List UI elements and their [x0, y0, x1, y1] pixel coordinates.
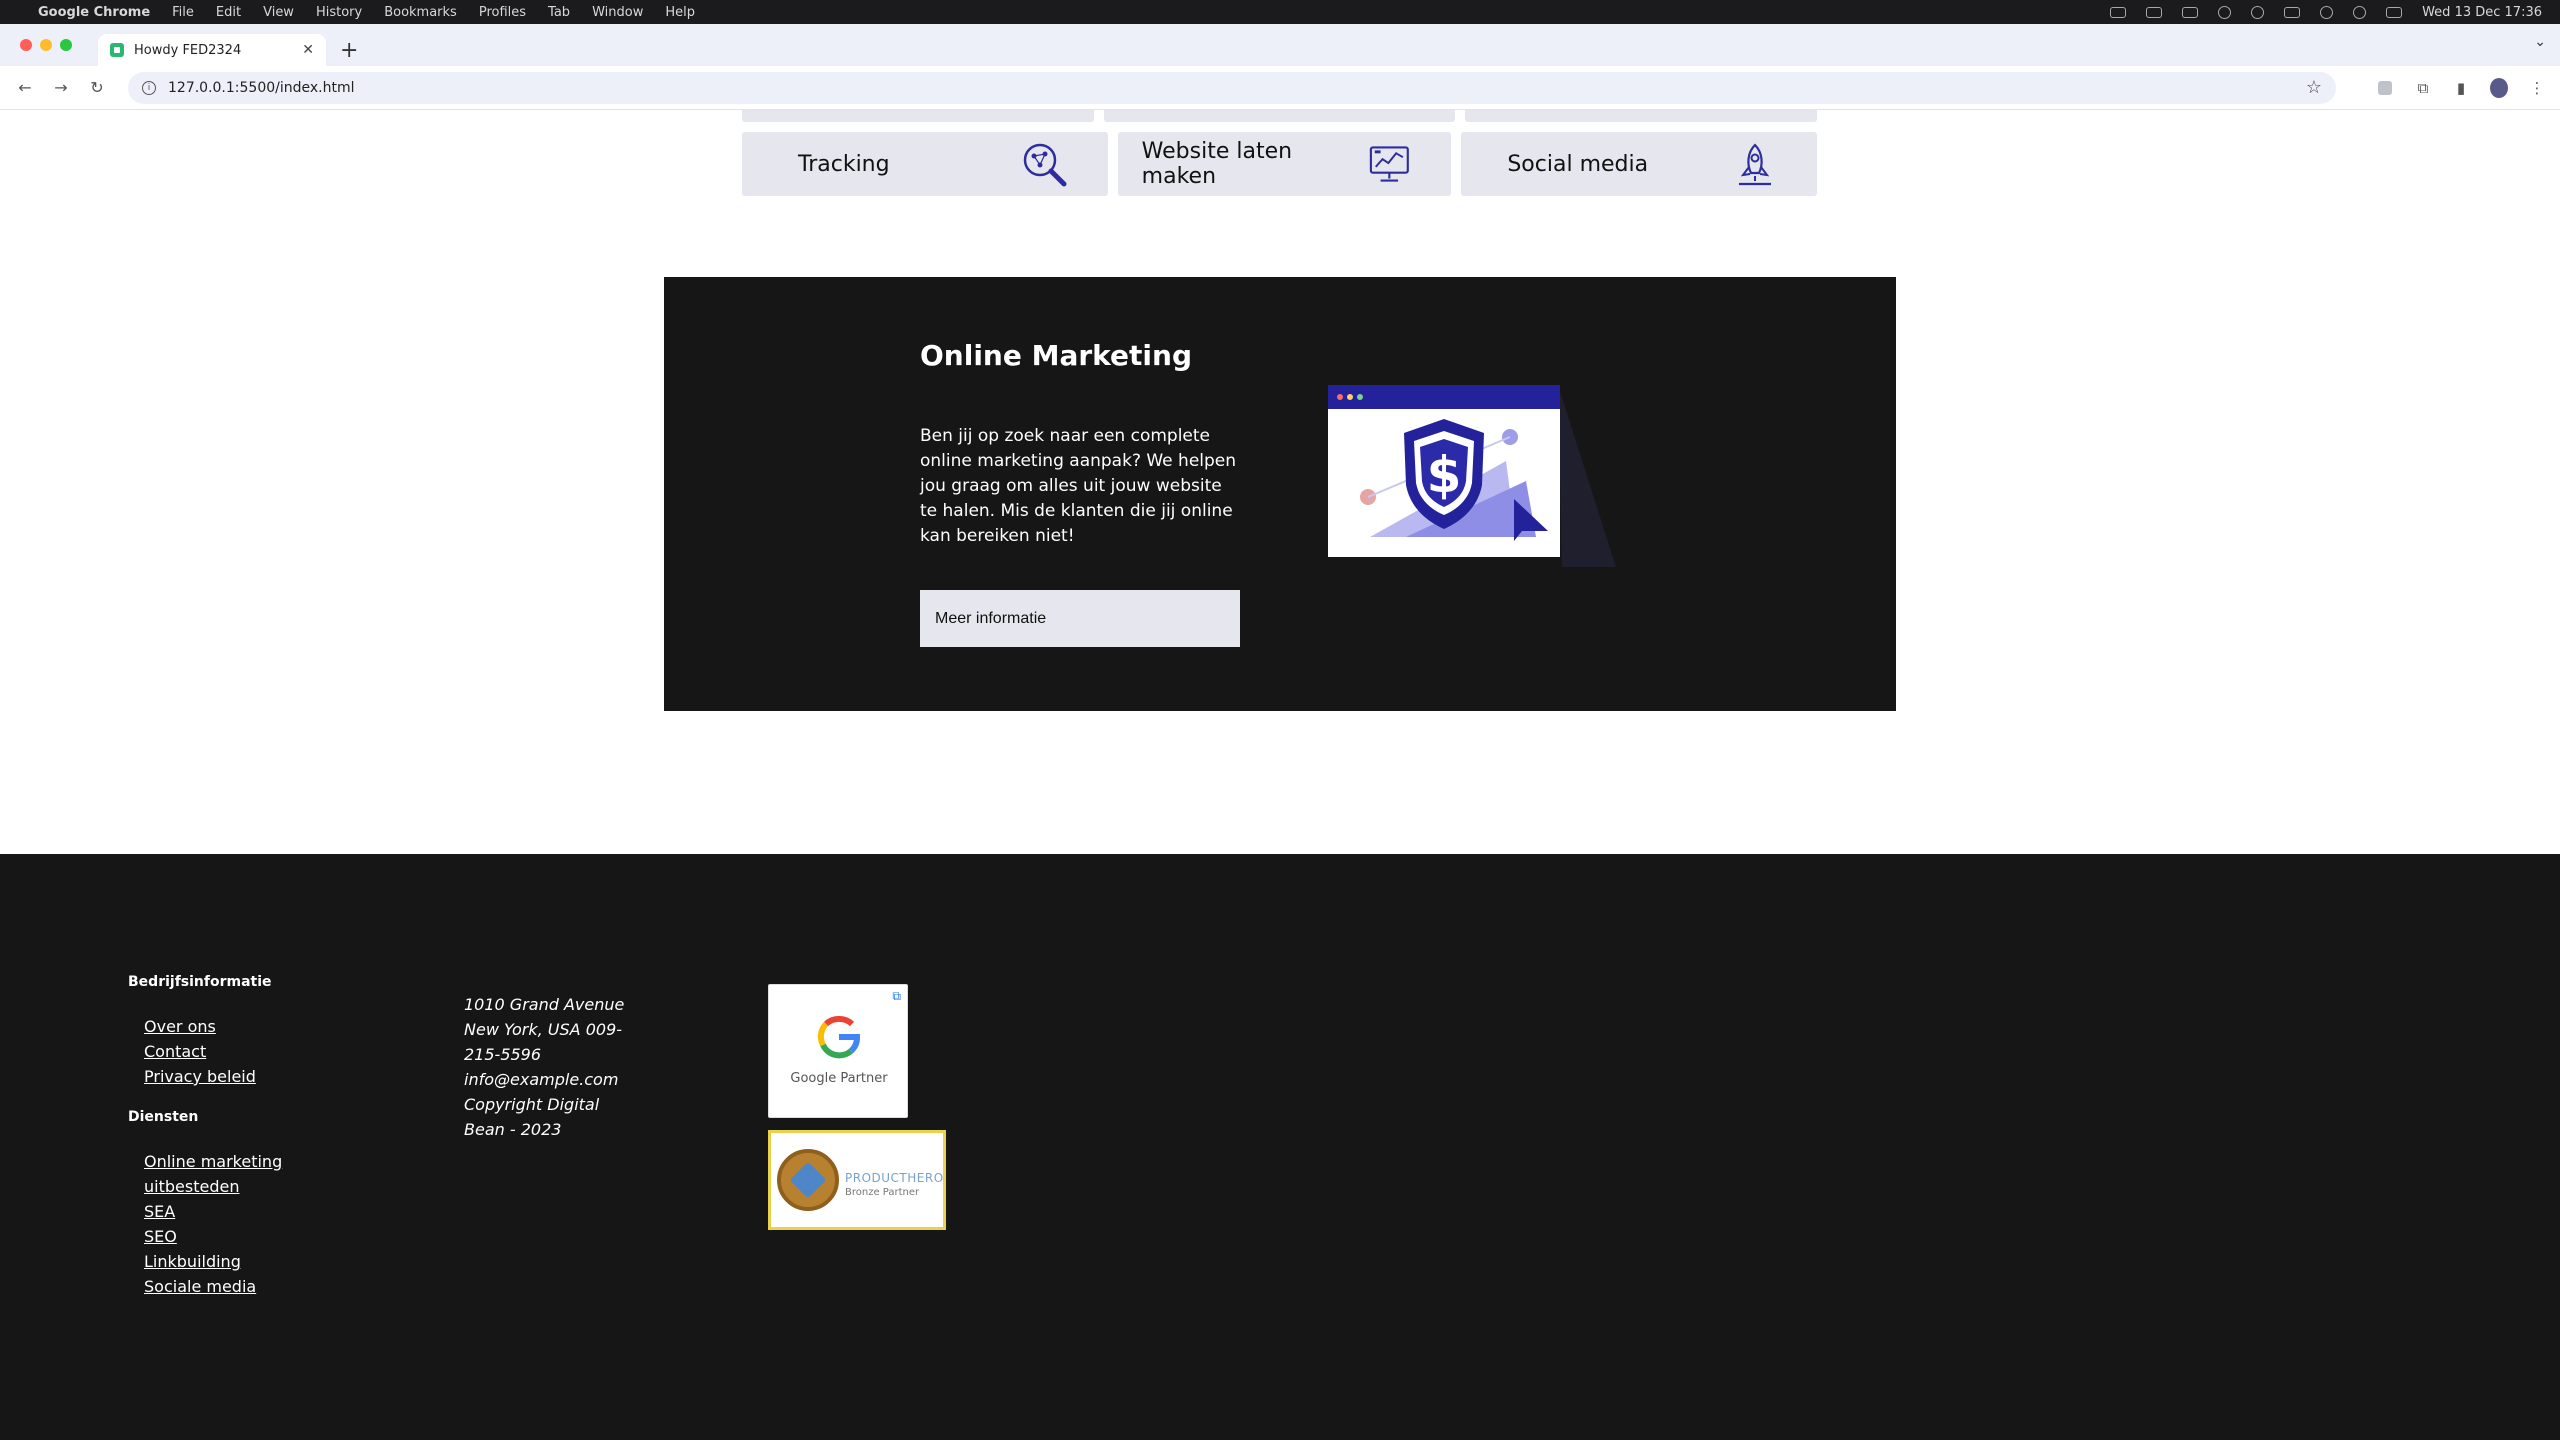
macos-menubar: Google Chrome File Edit View History Boo… [0, 0, 2560, 24]
google-logo-icon: G [817, 1016, 860, 1059]
menubar-app-name[interactable]: Google Chrome [38, 5, 150, 20]
menu-tab[interactable]: Tab [548, 5, 570, 20]
link-contact[interactable]: Contact [144, 1042, 206, 1061]
close-tab-icon[interactable]: ✕ [302, 42, 314, 58]
service-card-social-media[interactable]: Social media [1461, 132, 1818, 196]
footer-address: 1010 Grand Avenue New York, USA 009-215-… [464, 995, 625, 1139]
list-item: SEO [144, 1224, 288, 1249]
site-info-icon[interactable]: i [142, 80, 156, 95]
google-logo-letter: G [839, 1044, 840, 1046]
display-icon[interactable] [2182, 6, 2199, 18]
browser-tab[interactable]: Howdy FED2324 ✕ [98, 34, 326, 66]
services-row: Tracking Website laten maken Social medi… [742, 132, 1818, 196]
service-card-label: Social media [1507, 151, 1649, 177]
browser-toolbar: ← → ↻ i 127.0.0.1:5500/index.html ☆ ⧉ ▮ … [0, 66, 2560, 110]
link-sociale-media[interactable]: Sociale media [144, 1277, 256, 1296]
producthero-tier: Bronze Partner [845, 1187, 920, 1198]
favicon-icon [110, 43, 124, 57]
menu-help[interactable]: Help [665, 5, 695, 20]
footer-company-links: Over ons Contact Privacy beleid [128, 1014, 288, 1089]
extension-icon[interactable] [2376, 79, 2394, 97]
monitor-chart-icon [1369, 146, 1409, 182]
tab-search-chevron-icon[interactable]: ⌄ [2534, 34, 2546, 50]
close-window-button[interactable] [20, 39, 32, 51]
menu-window[interactable]: Window [592, 5, 643, 20]
side-panel-icon[interactable]: ▮ [2452, 79, 2470, 97]
battery-icon[interactable] [2284, 6, 2301, 18]
cloud-icon[interactable] [2110, 6, 2127, 18]
tab-title: Howdy FED2324 [134, 42, 242, 58]
magnifier-icon [1023, 143, 1067, 187]
service-card-partial[interactable] [1465, 110, 1818, 122]
status-tray: Wed 13 Dec 17:36 [2110, 5, 2542, 20]
google-partner-badge[interactable]: ⧉ G Google Partner [768, 984, 908, 1118]
link-sea[interactable]: SEA [144, 1202, 175, 1221]
list-item: Contact [144, 1039, 288, 1064]
moon-icon[interactable] [2218, 5, 2232, 19]
more-info-button[interactable]: Meer informatie [920, 590, 1240, 647]
new-tab-icon[interactable]: + [340, 34, 358, 66]
reload-icon[interactable]: ↻ [86, 78, 108, 97]
back-arrow-icon[interactable]: ← [14, 78, 36, 97]
network-icon[interactable] [2146, 6, 2163, 18]
footer-links-column: Bedrijfsinformatie Over ons Contact Priv… [128, 974, 288, 1299]
list-item: SEA [144, 1199, 288, 1224]
dollar-glyph: $ [1427, 446, 1462, 504]
service-card-partial[interactable] [742, 110, 1094, 122]
service-card-label: Tracking [798, 151, 890, 177]
rocket-icon [1739, 143, 1772, 186]
address-url[interactable]: 127.0.0.1:5500/index.html [168, 80, 2306, 96]
service-card-partial[interactable] [1103, 110, 1456, 122]
site-footer: Bedrijfsinformatie Over ons Contact Priv… [0, 854, 2560, 1440]
wifi-icon[interactable] [2320, 5, 2334, 19]
list-item: Linkbuilding [144, 1249, 288, 1274]
browser-tab-strip: Howdy FED2324 ✕ + ⌄ [0, 24, 2560, 66]
services-row-partial [742, 110, 1818, 122]
menu-history[interactable]: History [316, 5, 362, 20]
control-center-icon[interactable] [2386, 6, 2403, 18]
minimize-window-button[interactable] [40, 39, 52, 51]
puzzle-extensions-icon[interactable]: ⧉ [2414, 79, 2432, 97]
security-payment-illustration: $ [1328, 385, 1616, 567]
service-card-website[interactable]: Website laten maken [1117, 132, 1452, 196]
link-privacy-beleid[interactable]: Privacy beleid [144, 1067, 256, 1086]
link-online-marketing[interactable]: Online marketing uitbesteden [144, 1152, 282, 1196]
bronze-medal-icon [777, 1149, 839, 1211]
external-link-icon[interactable]: ⧉ [892, 989, 901, 1004]
menu-profiles[interactable]: Profiles [479, 5, 526, 20]
service-card-tracking[interactable]: Tracking [742, 132, 1108, 196]
link-seo[interactable]: SEO [144, 1227, 177, 1246]
online-marketing-section: Online Marketing Ben jij op zoek naar ee… [664, 277, 1896, 711]
page-viewport: Tracking Website laten maken Social medi… [0, 110, 2560, 1440]
menubar-clock[interactable]: Wed 13 Dec 17:36 [2422, 5, 2542, 20]
bookmark-star-icon[interactable]: ☆ [2306, 77, 2322, 98]
footer-services-links: Online marketing uitbesteden SEA SEO Lin… [128, 1149, 288, 1299]
list-item: Online marketing uitbesteden [144, 1149, 288, 1199]
promo-title: Online Marketing [920, 339, 1192, 372]
producthero-badge[interactable]: PRODUCTHERO Bronze Partner [768, 1130, 946, 1230]
address-bar[interactable]: i 127.0.0.1:5500/index.html ☆ [128, 71, 2336, 104]
footer-heading-company: Bedrijfsinformatie [128, 974, 272, 990]
list-item: Over ons [144, 1014, 288, 1039]
google-partner-label: Google Partner [790, 1071, 888, 1086]
menu-bookmarks[interactable]: Bookmarks [384, 5, 457, 20]
footer-heading-services: Diensten [128, 1109, 199, 1125]
profile-avatar-icon[interactable] [2490, 77, 2508, 98]
link-linkbuilding[interactable]: Linkbuilding [144, 1252, 241, 1271]
list-item: Privacy beleid [144, 1064, 288, 1089]
zoom-window-button[interactable] [60, 39, 72, 51]
menu-file[interactable]: File [172, 5, 194, 20]
bluetooth-icon[interactable] [2251, 5, 2265, 19]
link-over-ons[interactable]: Over ons [144, 1017, 216, 1036]
window-controls [20, 24, 72, 66]
forward-arrow-icon[interactable]: → [50, 78, 72, 97]
promo-description: Ben jij op zoek naar een complete online… [920, 426, 1237, 546]
producthero-name: PRODUCTHERO [845, 1171, 944, 1185]
search-icon[interactable] [2353, 5, 2367, 19]
list-item: Sociale media [144, 1274, 288, 1299]
kebab-menu-icon[interactable]: ⋮ [2528, 79, 2546, 97]
service-card-label: Website laten maken [1141, 139, 1293, 189]
menu-edit[interactable]: Edit [216, 5, 241, 20]
menu-view[interactable]: View [263, 5, 294, 20]
